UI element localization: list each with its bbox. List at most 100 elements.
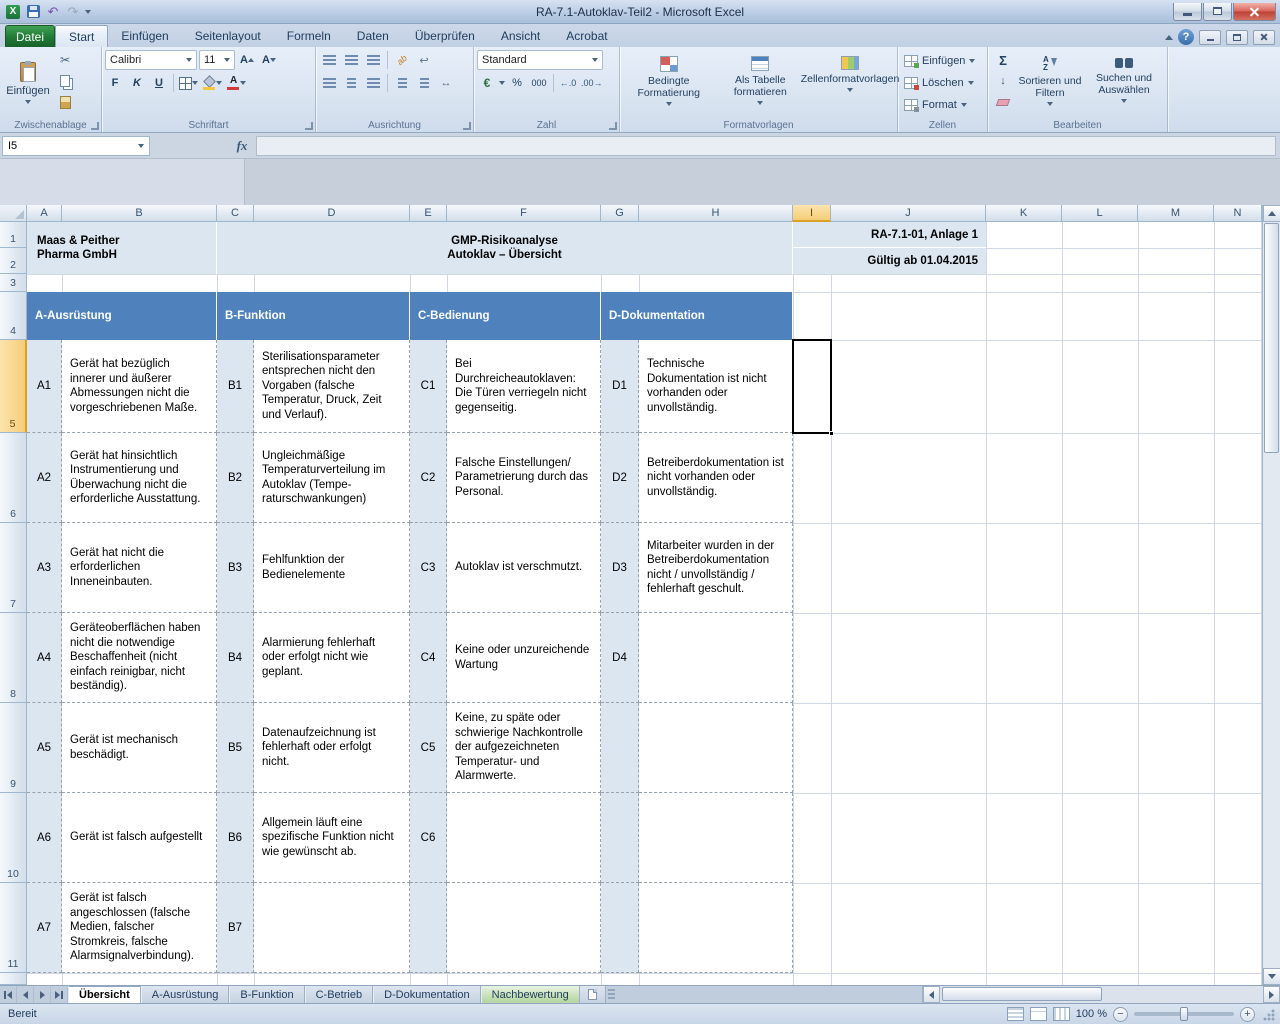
sheet-tab-d-dokumentation[interactable]: D-Dokumentation bbox=[373, 986, 481, 1003]
cell-A9[interactable]: A5 bbox=[27, 703, 62, 793]
column-header-N[interactable]: N bbox=[1214, 205, 1262, 222]
worksheet-grid[interactable]: Maas & PeitherPharma GmbH GMP-Risikoanal… bbox=[0, 205, 1262, 985]
zoom-in-button[interactable]: + bbox=[1240, 1007, 1255, 1022]
cell-A7[interactable]: A3 bbox=[27, 523, 62, 613]
row-header-4[interactable]: 4 bbox=[0, 292, 27, 340]
cell-H10[interactable] bbox=[639, 793, 793, 883]
cell-D10[interactable]: Allgemein läuft eine spezifische Funktio… bbox=[254, 793, 410, 883]
dialog-launcher-icon[interactable] bbox=[463, 122, 471, 130]
dialog-launcher-icon[interactable] bbox=[305, 122, 313, 130]
cell-C8[interactable]: B4 bbox=[217, 613, 254, 703]
tab-einfuegen[interactable]: Einfügen bbox=[108, 25, 181, 47]
vertical-scrollbar[interactable] bbox=[1262, 205, 1280, 985]
cell-A5[interactable]: A1 bbox=[27, 340, 62, 433]
select-all-corner[interactable] bbox=[0, 205, 27, 222]
cell-B10[interactable]: Gerät ist falsch aufgestellt bbox=[62, 793, 217, 883]
section-header-ausruestung[interactable]: A-Ausrüstung bbox=[27, 292, 217, 340]
row-header-3[interactable]: 3 bbox=[0, 274, 27, 292]
insert-function-button[interactable]: fx bbox=[228, 136, 256, 156]
row-header-9[interactable]: 9 bbox=[0, 703, 27, 793]
redo-icon[interactable] bbox=[65, 4, 81, 20]
row-header-partial[interactable] bbox=[0, 973, 27, 985]
copy-button[interactable] bbox=[55, 71, 75, 91]
fill-button[interactable] bbox=[993, 71, 1013, 91]
save-icon[interactable] bbox=[25, 4, 41, 20]
cell-G11[interactable] bbox=[601, 883, 639, 973]
dialog-launcher-icon[interactable] bbox=[609, 122, 617, 130]
find-select-button[interactable]: Suchen und Auswählen bbox=[1087, 50, 1161, 116]
decrease-decimal-button[interactable] bbox=[580, 73, 604, 93]
formula-input[interactable] bbox=[256, 136, 1276, 156]
delete-cells-button[interactable]: Löschen bbox=[901, 72, 984, 93]
minimize-button[interactable] bbox=[1173, 3, 1202, 21]
increase-font-button[interactable] bbox=[237, 50, 257, 70]
workbook-close-button[interactable] bbox=[1253, 30, 1275, 45]
cell-C6[interactable]: B2 bbox=[217, 433, 254, 523]
column-header-K[interactable]: K bbox=[986, 205, 1062, 222]
font-name-select[interactable]: Calibri bbox=[105, 50, 197, 70]
font-color-button[interactable] bbox=[225, 73, 247, 93]
row-header-7[interactable]: 7 bbox=[0, 523, 27, 613]
borders-button[interactable] bbox=[178, 73, 199, 93]
vertical-scroll-thumb[interactable] bbox=[1264, 223, 1279, 453]
column-header-F[interactable]: F bbox=[447, 205, 601, 222]
cell-D9[interactable]: Datenaufzeichnung ist fehlerhaft oder er… bbox=[254, 703, 410, 793]
decrease-font-button[interactable] bbox=[259, 50, 279, 70]
cell-G6[interactable]: D2 bbox=[601, 433, 639, 523]
merge-center-button[interactable] bbox=[436, 73, 456, 93]
excel-logo-icon[interactable] bbox=[5, 4, 21, 20]
cell-A6[interactable]: A2 bbox=[27, 433, 62, 523]
cell-G8[interactable]: D4 bbox=[601, 613, 639, 703]
cell-E9[interactable]: C5 bbox=[410, 703, 447, 793]
next-sheet-button[interactable] bbox=[34, 986, 51, 1003]
undo-icon[interactable] bbox=[45, 4, 61, 20]
cell-D7[interactable]: Fehlfunktion der Bedienelemente bbox=[254, 523, 410, 613]
column-header-H[interactable]: H bbox=[639, 205, 793, 222]
zoom-level-label[interactable]: 100 % bbox=[1076, 1008, 1107, 1020]
doc-ref-cell[interactable]: RA-7.1-01, Anlage 1 bbox=[793, 222, 986, 248]
scroll-right-button[interactable] bbox=[1263, 986, 1280, 1003]
align-center-button[interactable] bbox=[341, 73, 361, 93]
cell-B7[interactable]: Gerät hat nicht die erforderlichen Innen… bbox=[62, 523, 217, 613]
cell-D11[interactable] bbox=[254, 883, 410, 973]
tab-daten[interactable]: Daten bbox=[344, 25, 402, 47]
cell-F7[interactable]: Autoklav ist verschmutzt. bbox=[447, 523, 601, 613]
under line-button[interactable]: U bbox=[149, 73, 169, 93]
column-header-L[interactable]: L bbox=[1062, 205, 1138, 222]
orientation-button[interactable] bbox=[392, 50, 412, 70]
cell-G5[interactable]: D1 bbox=[601, 340, 639, 433]
sheet-tab-a-ausruestung[interactable]: A-Ausrüstung bbox=[141, 986, 230, 1003]
cell-C10[interactable]: B6 bbox=[217, 793, 254, 883]
currency-format-button[interactable] bbox=[477, 73, 497, 93]
insert-worksheet-tab[interactable] bbox=[580, 986, 606, 1003]
maximize-button[interactable] bbox=[1203, 3, 1232, 21]
format-cells-button[interactable]: Format bbox=[901, 94, 984, 115]
sort-filter-button[interactable]: Sortieren und Filtern bbox=[1013, 50, 1087, 116]
italic-button[interactable]: K bbox=[127, 73, 147, 93]
cell-E10[interactable]: C6 bbox=[410, 793, 447, 883]
cell-C7[interactable]: B3 bbox=[217, 523, 254, 613]
sheet-tab-c-betrieb[interactable]: C-Betrieb bbox=[305, 986, 373, 1003]
tab-acrobat[interactable]: Acrobat bbox=[553, 25, 620, 47]
section-header-dokumentation[interactable]: D-Dokumentation bbox=[601, 292, 793, 340]
scroll-up-button[interactable] bbox=[1263, 205, 1280, 222]
cell-F9[interactable]: Keine, zu späte oder schwierige Nachkont… bbox=[447, 703, 601, 793]
tab-start[interactable]: Start bbox=[55, 25, 108, 47]
cell-B11[interactable]: Gerät ist falsch angeschlossen (falsche … bbox=[62, 883, 217, 973]
row-header-5[interactable]: 5 bbox=[0, 340, 27, 433]
company-block[interactable]: Maas & PeitherPharma GmbH bbox=[27, 222, 217, 274]
align-right-button[interactable] bbox=[363, 73, 383, 93]
selected-cell-I5[interactable] bbox=[792, 339, 832, 434]
column-header-E[interactable]: E bbox=[410, 205, 447, 222]
format-as-table-button[interactable]: Als Tabelle formatieren bbox=[715, 50, 807, 116]
cell-G10[interactable] bbox=[601, 793, 639, 883]
clear-button[interactable] bbox=[993, 92, 1013, 112]
tab-seitenlayout[interactable]: Seitenlayout bbox=[182, 25, 274, 47]
insert-cells-button[interactable]: Einfügen bbox=[901, 50, 984, 71]
row-header-8[interactable]: 8 bbox=[0, 613, 27, 703]
column-header-A[interactable]: A bbox=[27, 205, 62, 222]
cell-A10[interactable]: A6 bbox=[27, 793, 62, 883]
sheet-tab-uebersicht[interactable]: Übersicht bbox=[68, 985, 141, 1003]
last-sheet-button[interactable] bbox=[51, 986, 68, 1003]
cell-E11[interactable] bbox=[410, 883, 447, 973]
